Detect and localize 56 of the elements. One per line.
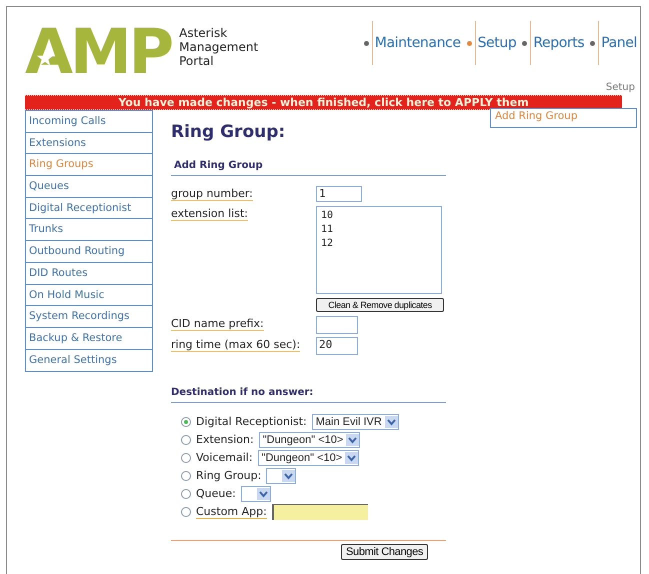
sidebar-item[interactable]: DID Routes [26,262,152,284]
sidebar-item[interactable]: System Recordings [26,306,152,328]
list-line: 11 [321,223,334,237]
nav-link[interactable]: Setup [474,21,516,65]
clean-button[interactable]: Clean & Remove duplicates [316,298,444,312]
logo-subtitle: Asterisk [179,26,228,40]
radio-button[interactable] [181,434,191,444]
sidebar-item[interactable]: Incoming Calls [26,111,152,133]
field-label: group number: [171,187,253,201]
breadcrumb: Setup [606,82,635,93]
input-field[interactable]: 20 [316,337,358,355]
sidebar-item[interactable]: Backup & Restore [26,328,152,350]
dropdown[interactable] [266,468,296,484]
radio-button[interactable] [181,416,191,426]
sidebar-item[interactable]: On Hold Music [26,284,152,306]
logo-text: AMP [25,23,172,81]
option-label: Extension: [196,433,254,446]
dropdown[interactable] [240,486,271,502]
sidebar-item[interactable]: Digital Receptionist [26,198,152,220]
nav-link[interactable]: Maintenance [372,21,461,65]
nav-link[interactable]: Panel [598,21,637,65]
field-label: CID name prefix: [171,317,264,331]
option-label: Queue: [196,487,236,500]
sidebar-item[interactable]: Extensions [26,132,152,154]
apply-banner[interactable]: You have made changes - when finished, click here to APPLY them [25,95,622,110]
input-field[interactable] [316,316,358,334]
radio-button[interactable] [181,470,191,480]
option-label: Ring Group: [196,469,262,482]
sidebar-item[interactable]: General Settings [26,350,152,372]
section-title: Add Ring Group [174,160,264,173]
list-line: 12 [321,237,334,251]
input-field[interactable] [272,504,368,520]
field-label: extension list: [171,207,248,221]
radio-button[interactable] [181,506,191,516]
nav-link[interactable]: Reports [530,21,584,65]
radio-button[interactable] [181,452,191,462]
option-label: Digital Receptionist: [196,415,307,428]
submit-button[interactable]: Submit Changes [341,544,428,560]
sidebar-item[interactable]: Queues [26,176,152,198]
list-line: 10 [321,209,334,223]
sidebar-item[interactable]: Ring Groups [26,154,152,176]
sidebar-item[interactable]: Trunks [26,219,152,242]
dropdown[interactable]: Main Evil IVR [312,414,399,430]
field-label: ring time (max 60 sec): [171,338,300,352]
input-field[interactable]: 1 [316,186,362,202]
radio-button[interactable] [181,488,191,498]
dropdown[interactable]: "Dungeon" <10> [258,450,360,466]
logo-subtitle: Management [179,40,258,54]
page-title: Ring Group: [171,122,286,142]
logo-subtitle: Portal [179,54,215,68]
dropdown[interactable]: "Dungeon" <10> [258,432,360,448]
option-label: Voicemail: [196,451,253,464]
option-label: Custom App: [196,504,267,518]
section-title: Destination if no answer: [171,387,314,400]
text-area[interactable]: 10 11 12 [316,206,442,294]
sidebar-item[interactable]: Outbound Routing [26,241,152,263]
